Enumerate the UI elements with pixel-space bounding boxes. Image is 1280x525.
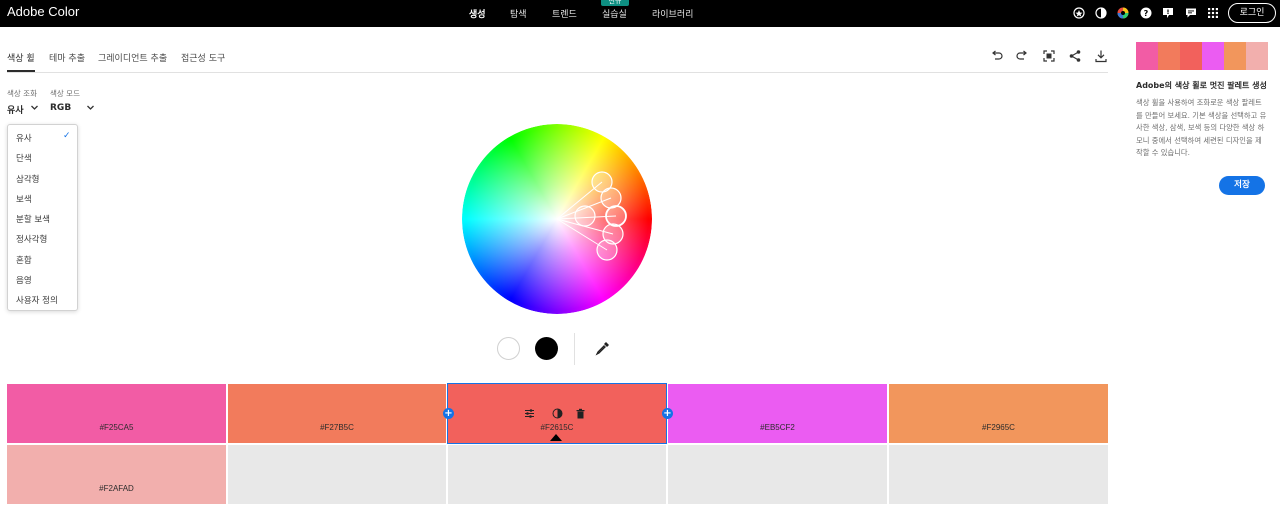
- tab-accessibility-tools[interactable]: 접근성 도구: [181, 51, 225, 64]
- white-point-button[interactable]: [497, 337, 520, 360]
- tab-extract-gradient[interactable]: 그레이디언트 추출: [98, 51, 167, 64]
- swatch-hex-label[interactable]: #F25CA5: [7, 423, 226, 432]
- palette-preview-swatch: [1158, 42, 1180, 70]
- swatch-hex-label[interactable]: #EB5CF2: [668, 423, 887, 432]
- tabs-divider: [7, 72, 1108, 73]
- plugin-icon[interactable]: [1073, 7, 1085, 19]
- tab-extract-theme[interactable]: 테마 추출: [49, 51, 85, 64]
- palette-preview-swatch: [1180, 42, 1202, 70]
- palette-preview-swatch: [1246, 42, 1268, 70]
- menu-item-complementary[interactable]: 보색: [16, 193, 32, 205]
- adjust-sliders-icon[interactable]: [524, 408, 535, 419]
- wheel-handle[interactable]: [596, 239, 618, 261]
- menu-item-custom[interactable]: 사용자 정의: [16, 294, 58, 306]
- trash-icon[interactable]: [575, 408, 586, 419]
- download-icon[interactable]: [1094, 49, 1108, 63]
- control-divider: [574, 333, 575, 365]
- save-button[interactable]: 저장: [1219, 176, 1265, 195]
- nav-item-libraries[interactable]: 라이브러리: [652, 7, 693, 20]
- undo-icon[interactable]: [990, 49, 1004, 63]
- palette-preview-swatch: [1224, 42, 1246, 70]
- harmony-dropdown-menu: 유사 ✓ 단색 삼각형 보색 분할 보색 정사각형 혼합 음영 사용자 정의: [7, 124, 78, 311]
- feedback-icon[interactable]: [1162, 7, 1174, 19]
- empty-swatch-slot: [228, 445, 446, 504]
- swatch-hex-label[interactable]: #F2AFAD: [7, 484, 226, 493]
- nav-item-explore[interactable]: 탐색: [510, 7, 527, 20]
- color-wheel-icon[interactable]: [1117, 7, 1129, 19]
- checkmark-icon: ✓: [63, 131, 71, 141]
- color-swatch[interactable]: #F27B5C: [228, 384, 446, 443]
- palette-preview-swatch: [1202, 42, 1224, 70]
- empty-swatch-slot: [668, 445, 887, 504]
- base-color-icon[interactable]: [552, 408, 563, 419]
- black-point-button[interactable]: [535, 337, 558, 360]
- chat-icon[interactable]: [1185, 7, 1197, 19]
- color-mode-select[interactable]: RGB: [50, 103, 71, 113]
- menu-item-monochromatic[interactable]: 단색: [16, 152, 32, 164]
- color-swatch[interactable]: #F2965C: [889, 384, 1108, 443]
- redo-icon[interactable]: [1015, 49, 1029, 63]
- top-bar: Adobe Color 생성 탐색 트렌드 신규 실습실 라이브러리 ? 로그인: [0, 0, 1280, 27]
- menu-item-triad[interactable]: 삼각형: [16, 173, 39, 185]
- tab-color-wheel[interactable]: 색상 휠: [7, 51, 35, 64]
- nav-item-lab[interactable]: 실습실: [602, 7, 627, 20]
- palette-preview-swatch: [1136, 42, 1158, 70]
- color-swatch[interactable]: #F2AFAD: [7, 445, 226, 504]
- swatch-hex-label[interactable]: #F27B5C: [228, 423, 446, 432]
- chevron-down-icon[interactable]: [86, 103, 95, 112]
- color-swatch[interactable]: #EB5CF2: [668, 384, 887, 443]
- empty-swatch-slot: [448, 445, 666, 504]
- contrast-icon[interactable]: [1095, 7, 1107, 19]
- add-color-right-button[interactable]: +: [662, 408, 673, 419]
- side-panel-description: 색상 휠을 사용하여 조화로운 색상 팔레트를 만들어 보세요. 기본 색상을 …: [1136, 98, 1267, 157]
- svg-text:?: ?: [1144, 9, 1149, 18]
- wheel-handle[interactable]: [574, 205, 596, 227]
- menu-item-compound[interactable]: 혼합: [16, 254, 32, 266]
- fullscreen-icon[interactable]: [1042, 49, 1056, 63]
- new-badge: 신규: [601, 0, 629, 6]
- add-color-left-button[interactable]: +: [443, 408, 454, 419]
- eyedropper-icon[interactable]: [595, 340, 611, 356]
- harmony-select[interactable]: 유사: [7, 103, 24, 116]
- share-icon[interactable]: [1068, 49, 1082, 63]
- menu-item-split-complementary[interactable]: 분할 보색: [16, 213, 50, 225]
- harmony-label: 색상 조화: [7, 89, 37, 98]
- swatch-hex-label[interactable]: #F2965C: [889, 423, 1108, 432]
- side-panel-title: Adobe의 색상 휠로 멋진 팔레트 생성: [1136, 81, 1267, 90]
- color-swatch[interactable]: #F25CA5: [7, 384, 226, 443]
- menu-item-shades[interactable]: 음영: [16, 274, 32, 286]
- color-wheel-markers: [556, 171, 627, 261]
- apps-grid-icon[interactable]: [1207, 7, 1219, 19]
- wheel-handle-base[interactable]: [605, 205, 627, 227]
- nav-item-trends[interactable]: 트렌드: [552, 7, 577, 20]
- selected-swatch-caret: [550, 434, 562, 441]
- menu-item-square[interactable]: 정사각형: [16, 233, 47, 245]
- chevron-down-icon[interactable]: [30, 103, 39, 112]
- help-icon[interactable]: ?: [1140, 7, 1152, 19]
- color-mode-label: 색상 모드: [50, 89, 80, 98]
- empty-swatch-slot: [889, 445, 1108, 504]
- nav-item-create[interactable]: 생성: [469, 7, 486, 20]
- swatch-hex-label[interactable]: #F2615C: [448, 423, 666, 432]
- app-logo[interactable]: Adobe Color: [7, 4, 79, 19]
- menu-item-analogous[interactable]: 유사: [16, 132, 32, 144]
- wheel-handle[interactable]: [600, 187, 622, 209]
- login-button[interactable]: 로그인: [1228, 3, 1276, 23]
